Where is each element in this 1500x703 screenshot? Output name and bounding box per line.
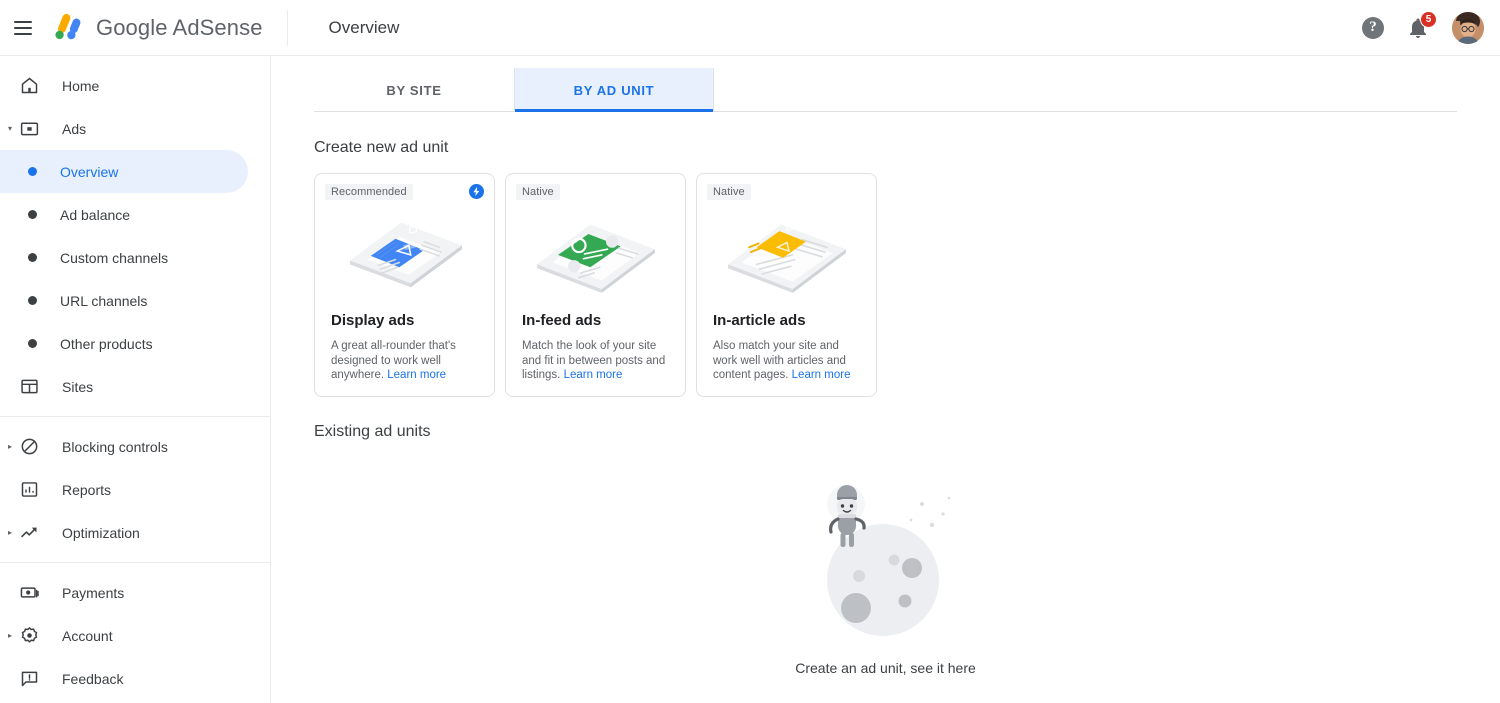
sidebar-nav: Home ▾ Ads Overview Ad balance Custom ch… (0, 56, 271, 703)
sidebar-item-other-products[interactable]: Other products (0, 322, 248, 365)
sidebar-divider (0, 562, 270, 563)
page-title: Overview (329, 18, 400, 38)
astronaut-on-moon-illustration (801, 476, 971, 646)
sidebar-item-custom-channels[interactable]: Custom channels (0, 236, 248, 279)
sidebar-subitem-label: Custom channels (60, 250, 168, 266)
card-description: Match the look of your site and fit in b… (522, 339, 672, 383)
sidebar-item-account[interactable]: ▸ Account (0, 614, 270, 657)
sidebar-item-url-channels[interactable]: URL channels (0, 279, 248, 322)
ads-rectangle-icon (18, 118, 40, 140)
flash-bolt-icon (469, 184, 484, 199)
card-description: Also match your site and work well with … (713, 339, 863, 383)
sidebar-item-overview[interactable]: Overview (0, 150, 248, 193)
bullet-icon (28, 210, 37, 219)
hamburger-menu-icon[interactable] (14, 16, 38, 40)
sidebar-subitem-label: URL channels (60, 293, 147, 309)
create-new-ad-unit-heading: Create new ad unit (314, 139, 1500, 157)
notifications-button[interactable]: 5 (1406, 16, 1430, 40)
header-divider (287, 10, 288, 46)
in-feed-ads-phone-illustration (506, 200, 685, 306)
reports-bar-chart-icon (18, 479, 40, 501)
sidebar-subitem-label: Ad balance (60, 207, 130, 223)
empty-state-text: Create an ad unit, see it here (795, 660, 976, 676)
sidebar-item-feedback[interactable]: Feedback (0, 657, 270, 700)
chevron-right-icon[interactable]: ▸ (5, 528, 15, 538)
tab-bar: BY SITE BY AD UNIT (314, 68, 1457, 112)
sidebar-item-home[interactable]: Home (0, 64, 270, 107)
sites-window-icon (18, 376, 40, 398)
user-avatar[interactable] (1452, 12, 1484, 44)
sidebar-item-label: Optimization (62, 525, 140, 541)
sidebar-item-label: Reports (62, 482, 111, 498)
tab-by-site[interactable]: BY SITE (314, 68, 514, 112)
sidebar-divider (0, 416, 270, 417)
sidebar-item-label: Blocking controls (62, 439, 168, 455)
chevron-down-icon[interactable]: ▾ (5, 124, 15, 134)
learn-more-link[interactable]: Learn more (564, 369, 623, 381)
card-title: In-feed ads (522, 312, 673, 329)
sidebar-item-ads[interactable]: ▾ Ads (0, 107, 270, 150)
card-badge: Recommended (325, 184, 413, 200)
display-ads-phone-illustration (315, 200, 494, 306)
avatar-image (1452, 12, 1484, 44)
main-content: BY SITE BY AD UNIT Create new ad unit Re… (271, 56, 1500, 703)
page-title-wrap: Overview (329, 18, 400, 38)
ad-unit-card-list: Recommended (314, 173, 1500, 397)
sidebar-item-label: Sites (62, 379, 93, 395)
card-description: A great all-rounder that's designed to w… (331, 339, 481, 383)
card-badge: Native (707, 184, 751, 200)
brand-name: Google AdSense (96, 15, 263, 41)
sidebar-item-blocking-controls[interactable]: ▸ Blocking controls (0, 425, 270, 468)
chevron-right-icon[interactable]: ▸ (5, 442, 15, 452)
existing-ad-units-heading: Existing ad units (314, 423, 1500, 441)
optimization-trending-up-icon (18, 522, 40, 544)
empty-state: Create an ad unit, see it here (271, 476, 1500, 676)
learn-more-link[interactable]: Learn more (387, 369, 446, 381)
account-gear-icon (18, 625, 40, 647)
home-icon (18, 75, 40, 97)
bullet-icon (28, 167, 37, 176)
sidebar-item-label: Payments (62, 585, 124, 601)
bullet-icon (28, 253, 37, 262)
ad-unit-card-in-article-ads[interactable]: Native (696, 173, 877, 397)
sidebar-item-optimization[interactable]: ▸ Optimization (0, 511, 270, 554)
sidebar-item-payments[interactable]: Payments (0, 571, 270, 614)
block-circle-slash-icon (18, 436, 40, 458)
ad-unit-card-in-feed-ads[interactable]: Native (505, 173, 686, 397)
card-badge: Native (516, 184, 560, 200)
in-article-ads-phone-illustration (697, 200, 876, 306)
card-title: In-article ads (713, 312, 864, 329)
top-header: Google AdSense Overview ? 5 (0, 0, 1500, 56)
sidebar-subitem-label: Other products (60, 336, 153, 352)
notification-count-badge: 5 (1420, 11, 1437, 28)
sidebar-item-label: Feedback (62, 671, 123, 687)
sidebar-item-label: Account (62, 628, 113, 644)
feedback-comment-icon (18, 668, 40, 690)
sidebar-item-ad-balance[interactable]: Ad balance (0, 193, 248, 236)
help-question-icon[interactable]: ? (1362, 17, 1384, 39)
tab-by-ad-unit[interactable]: BY AD UNIT (514, 68, 714, 112)
learn-more-link[interactable]: Learn more (792, 369, 851, 381)
chevron-right-icon[interactable]: ▸ (5, 631, 15, 641)
sidebar-subitem-label: Overview (60, 164, 118, 180)
adsense-logo-icon (48, 11, 86, 45)
sidebar-item-label: Ads (62, 121, 86, 137)
adsense-app: Google AdSense Overview ? 5 (0, 0, 1500, 703)
brand-logo-group[interactable]: Google AdSense (48, 11, 263, 45)
card-title: Display ads (331, 312, 482, 329)
sidebar-item-reports[interactable]: Reports (0, 468, 270, 511)
bullet-icon (28, 296, 37, 305)
sidebar-item-label: Home (62, 78, 99, 94)
payments-money-icon (18, 582, 40, 604)
sidebar-item-sites[interactable]: Sites (0, 365, 270, 408)
ad-unit-card-display-ads[interactable]: Recommended (314, 173, 495, 397)
header-actions: ? 5 (1362, 12, 1484, 44)
bullet-icon (28, 339, 37, 348)
